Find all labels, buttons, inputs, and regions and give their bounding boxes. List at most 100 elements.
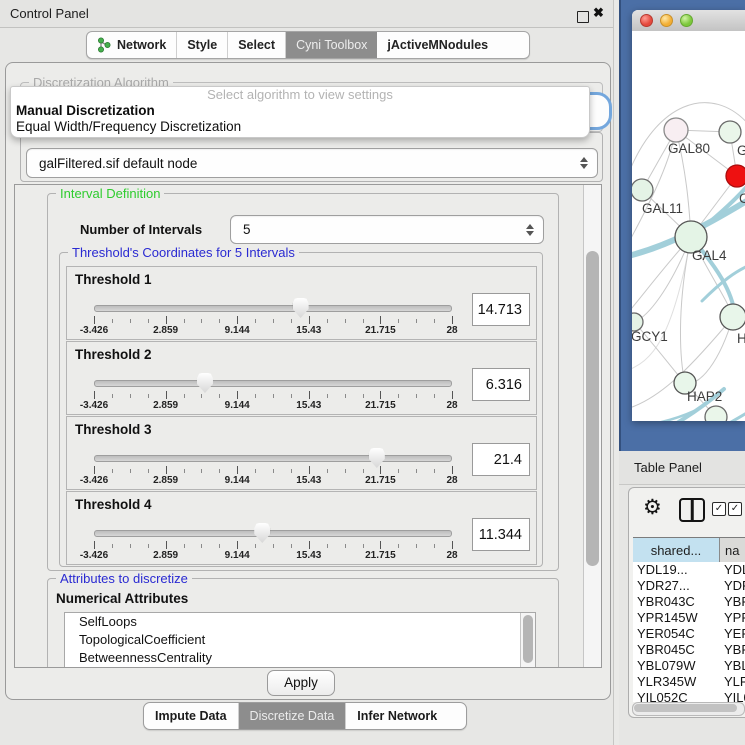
- threshold-value-field[interactable]: 11.344: [472, 518, 530, 551]
- threshold-3-slider[interactable]: -3.4262.8599.14415.4321.71528: [94, 445, 452, 487]
- zoom-traffic-light-icon[interactable]: [680, 14, 693, 27]
- checkbox-icon[interactable]: ✓: [728, 502, 742, 516]
- cell-name[interactable]: YBR0: [721, 594, 745, 610]
- tick-mark: [94, 541, 95, 549]
- cell-name[interactable]: YBR0: [721, 642, 745, 658]
- network-node[interactable]: [719, 121, 741, 143]
- threshold-4-slider[interactable]: -3.4262.8599.14415.4321.71528: [94, 520, 452, 562]
- threshold-value-field[interactable]: 14.713: [472, 293, 530, 326]
- tab-select[interactable]: Select: [228, 32, 286, 58]
- tick-mark: [398, 544, 399, 548]
- cell-name[interactable]: YER0: [721, 626, 745, 642]
- cell-shared-name[interactable]: YER054C: [633, 626, 721, 642]
- tick-mark: [327, 319, 328, 323]
- tick-mark: [148, 544, 149, 548]
- slider-track: [94, 305, 452, 312]
- number-of-intervals-combobox[interactable]: 5: [230, 215, 544, 244]
- threshold-2-slider[interactable]: -3.4262.8599.14415.4321.71528: [94, 370, 452, 412]
- tick-mark: [166, 391, 167, 399]
- cell-shared-name[interactable]: YBR045C: [633, 642, 721, 658]
- dropdown-option-manual[interactable]: Manual Discretization: [11, 103, 589, 119]
- threshold-1-slider[interactable]: -3.4262.8599.14415.4321.71528: [94, 295, 452, 337]
- control-panel: Control Panel ✖ Network Style Select Cyn…: [0, 0, 614, 745]
- slider-thumb[interactable]: [369, 448, 385, 468]
- algorithm-dropdown-popup: Select algorithm to view settings Manual…: [10, 86, 590, 138]
- tick-mark: [148, 319, 149, 323]
- float-window-icon[interactable]: [577, 11, 589, 23]
- network-node[interactable]: [720, 304, 745, 330]
- tick-mark: [291, 319, 292, 323]
- tab-style[interactable]: Style: [177, 32, 228, 58]
- close-icon[interactable]: ✖: [593, 5, 604, 21]
- cell-shared-name[interactable]: YLR345W: [633, 674, 721, 690]
- group-title: Interval Definition: [56, 186, 164, 201]
- tab-infer-network[interactable]: Infer Network: [346, 703, 448, 729]
- table-row[interactable]: YDR27...YDR2: [633, 578, 745, 594]
- table-horizontal-scrollbar[interactable]: [632, 702, 745, 716]
- cell-name[interactable]: YDR2: [721, 578, 745, 594]
- tick-mark: [416, 394, 417, 398]
- tick-mark: [201, 319, 202, 323]
- checkbox-icon[interactable]: ✓: [712, 502, 726, 516]
- list-item[interactable]: TopologicalCoefficient: [65, 631, 535, 649]
- table-header: shared... na: [633, 537, 745, 563]
- network-node[interactable]: [726, 165, 745, 187]
- table-row[interactable]: YBR043CYBR0: [633, 594, 745, 610]
- column-header-name[interactable]: na: [720, 538, 745, 562]
- gear-icon[interactable]: ⚙: [643, 495, 662, 519]
- apply-button[interactable]: Apply: [267, 670, 335, 696]
- cell-name[interactable]: YPR1: [721, 610, 745, 626]
- table-data-combobox[interactable]: galFiltered.sif default node: [26, 148, 598, 178]
- close-traffic-light-icon[interactable]: [640, 14, 653, 27]
- slider-thumb[interactable]: [254, 523, 270, 543]
- slider-thumb[interactable]: [293, 298, 309, 318]
- tick-mark: [327, 544, 328, 548]
- cell-name[interactable]: YLR3: [721, 674, 745, 690]
- slider-ticks: [94, 541, 452, 550]
- table-row[interactable]: YLR345WYLR3: [633, 674, 745, 690]
- tab-network[interactable]: Network: [87, 32, 177, 58]
- tick-mark: [291, 394, 292, 398]
- table-row[interactable]: YDL19...YDL1: [633, 562, 745, 578]
- tab-discretize-data[interactable]: Discretize Data: [239, 703, 347, 729]
- list-scrollbar[interactable]: [520, 613, 535, 668]
- tick-mark: [219, 319, 220, 323]
- cell-shared-name[interactable]: YDR27...: [633, 578, 721, 594]
- numerical-attributes-label: Numerical Attributes: [56, 591, 188, 606]
- tab-jactivemnodules[interactable]: jActiveMNodules: [377, 32, 498, 58]
- tab-impute-data[interactable]: Impute Data: [144, 703, 239, 729]
- network-node[interactable]: [632, 179, 653, 201]
- table-row[interactable]: YBL079WYBL0: [633, 658, 745, 674]
- minimize-traffic-light-icon[interactable]: [660, 14, 673, 27]
- threshold-value-field[interactable]: 21.4: [472, 443, 530, 476]
- cell-shared-name[interactable]: YDL19...: [633, 562, 721, 578]
- list-item[interactable]: BetweennessCentrality: [65, 649, 535, 667]
- cell-shared-name[interactable]: YIL052C: [633, 690, 721, 702]
- network-canvas[interactable]: GAL80GAGAL11CGAL4GCY1HHAP2: [632, 31, 745, 421]
- table-row[interactable]: YER054CYER0: [633, 626, 745, 642]
- settings-scrollbar[interactable]: [583, 185, 601, 667]
- table-row[interactable]: YBR045CYBR0: [633, 642, 745, 658]
- list-item[interactable]: SelfLoops: [65, 613, 535, 631]
- cell-shared-name[interactable]: YBL079W: [633, 658, 721, 674]
- column-header-shared-name[interactable]: shared...: [633, 538, 720, 562]
- tick-mark: [416, 319, 417, 323]
- cell-shared-name[interactable]: YBR043C: [633, 594, 721, 610]
- network-node[interactable]: [664, 118, 688, 142]
- cell-name[interactable]: YBL0: [721, 658, 745, 674]
- attributes-list[interactable]: SelfLoops TopologicalCoefficient Between…: [64, 612, 536, 668]
- tick-mark: [434, 469, 435, 473]
- table-row[interactable]: YIL052CYIL0: [633, 690, 745, 702]
- threshold-label: Threshold 2: [75, 347, 152, 362]
- cell-name[interactable]: YIL0: [721, 690, 745, 702]
- tab-cyni-toolbox[interactable]: Cyni Toolbox: [286, 32, 377, 58]
- threshold-value-field[interactable]: 6.316: [472, 368, 530, 401]
- cell-shared-name[interactable]: YPR145W: [633, 610, 721, 626]
- dropdown-option-equal-width[interactable]: Equal Width/Frequency Discretization: [11, 119, 589, 135]
- column-view-icon[interactable]: [679, 498, 705, 522]
- slider-thumb[interactable]: [197, 373, 213, 393]
- threshold-label: Threshold 4: [75, 497, 152, 512]
- table-row[interactable]: YPR145WYPR1: [633, 610, 745, 626]
- slider-track: [94, 380, 452, 387]
- cell-name[interactable]: YDL1: [721, 562, 745, 578]
